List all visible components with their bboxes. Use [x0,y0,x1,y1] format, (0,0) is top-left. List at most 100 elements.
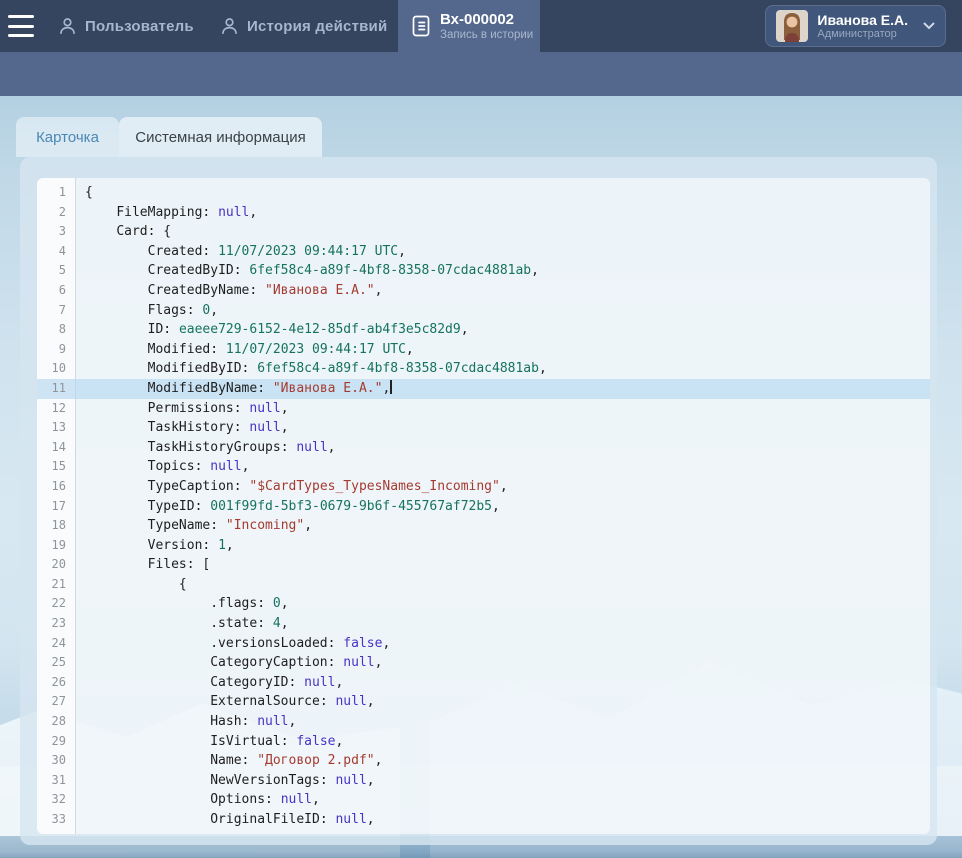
line-number: 27 [37,692,76,712]
code-text: NewVersionTags: null, [76,771,375,791]
user-role: Администратор [817,28,908,41]
code-line[interactable]: 33 OriginalFileID: null, [37,810,930,830]
hamburger-menu-icon[interactable] [8,15,34,37]
code-text: Permissions: null, [76,399,289,419]
code-line[interactable]: 28 Hash: null, [37,712,930,732]
code-line[interactable]: 12 Permissions: null, [37,399,930,419]
line-number: 28 [37,712,76,732]
code-text: { [76,575,187,595]
tab-card[interactable]: Карточка [16,117,119,157]
line-number: 4 [37,242,76,262]
code-text: ModifiedByName: "Иванова Е.А.", [76,379,392,399]
code-text: Name: "Договор 2.pdf", [76,751,382,771]
user-name: Иванова Е.А. [817,12,908,28]
line-number: 18 [37,516,76,536]
code-text: CreatedByID: 6fef58c4-a89f-4bf8-8358-07c… [76,261,539,281]
line-number: 3 [37,222,76,242]
card-number: Вх-000002 [440,11,533,28]
line-number: 15 [37,457,76,477]
code-line[interactable]: 2 FileMapping: null, [37,203,930,223]
line-number: 33 [37,810,76,830]
tab-content-panel: 1{2 FileMapping: null,3 Card: {4 Created… [20,157,937,845]
tab-system-info-label: Системная информация [135,129,305,146]
current-user-menu[interactable]: Иванова Е.А. Администратор [765,5,946,47]
line-number: 19 [37,536,76,556]
chevron-down-icon[interactable] [923,22,935,30]
code-line[interactable]: 17 TypeID: 001f99fd-5bf3-0679-9b6f-45576… [37,497,930,517]
nav-tab-action-history[interactable]: История действий [220,0,387,52]
code-text: Card: { [76,222,171,242]
person-icon [58,17,77,36]
avatar [776,10,808,42]
code-line[interactable]: 32 Options: null, [37,790,930,810]
line-number: 5 [37,261,76,281]
code-text: CategoryCaption: null, [76,653,382,673]
line-number: 24 [37,634,76,654]
code-line[interactable]: 7 Flags: 0, [37,301,930,321]
code-line[interactable]: 16 TypeCaption: "$CardTypes_TypesNames_I… [37,477,930,497]
code-text: Hash: null, [76,712,296,732]
nav-tab-user[interactable]: Пользователь [58,0,194,52]
line-number: 14 [37,438,76,458]
nav-tab-card-record-active[interactable]: Вх-000002 Запись в истории [398,0,540,52]
code-line[interactable]: 30 Name: "Договор 2.pdf", [37,751,930,771]
code-text: TypeCaption: "$CardTypes_TypesNames_Inco… [76,477,508,497]
code-text: TaskHistoryGroups: null, [76,438,335,458]
line-number: 8 [37,320,76,340]
code-text: ModifiedByID: 6fef58c4-a89f-4bf8-8358-07… [76,359,547,379]
line-number: 25 [37,653,76,673]
line-number: 21 [37,575,76,595]
line-number: 29 [37,732,76,752]
code-line[interactable]: 21 { [37,575,930,595]
code-line[interactable]: 24 .versionsLoaded: false, [37,634,930,654]
code-line[interactable]: 10 ModifiedByID: 6fef58c4-a89f-4bf8-8358… [37,359,930,379]
code-line[interactable]: 19 Version: 1, [37,536,930,556]
code-text: OriginalFileID: null, [76,810,375,830]
code-line[interactable]: 4 Created: 11/07/2023 09:44:17 UTC, [37,242,930,262]
code-line[interactable]: 26 CategoryID: null, [37,673,930,693]
code-line[interactable]: 31 NewVersionTags: null, [37,771,930,791]
line-number: 31 [37,771,76,791]
code-line[interactable]: 27 ExternalSource: null, [37,692,930,712]
code-line[interactable]: 15 Topics: null, [37,457,930,477]
code-line[interactable]: 11 ModifiedByName: "Иванова Е.А.", [37,379,930,399]
code-text: .state: 4, [76,614,289,634]
code-line[interactable]: 25 CategoryCaption: null, [37,653,930,673]
code-line[interactable]: 6 CreatedByName: "Иванова Е.А.", [37,281,930,301]
code-text: Version: 1, [76,536,234,556]
code-text: IsVirtual: false, [76,732,343,752]
nav-tab-label: Пользователь [85,18,194,35]
line-number: 26 [37,673,76,693]
code-line[interactable]: 14 TaskHistoryGroups: null, [37,438,930,458]
code-line[interactable]: 5 CreatedByID: 6fef58c4-a89f-4bf8-8358-0… [37,261,930,281]
code-text: TypeID: 001f99fd-5bf3-0679-9b6f-455767af… [76,497,500,517]
code-line[interactable]: 29 IsVirtual: false, [37,732,930,752]
line-number: 2 [37,203,76,223]
line-number: 9 [37,340,76,360]
code-line[interactable]: 9 Modified: 11/07/2023 09:44:17 UTC, [37,340,930,360]
code-line[interactable]: 22 .flags: 0, [37,594,930,614]
top-navbar: Пользователь История действий Вх-000002 … [0,0,962,52]
code-text: .versionsLoaded: false, [76,634,390,654]
tab-system-info[interactable]: Системная информация [119,117,322,157]
code-line[interactable]: 18 TypeName: "Incoming", [37,516,930,536]
code-line[interactable]: 23 .state: 4, [37,614,930,634]
text-cursor [390,380,392,394]
line-number: 11 [37,379,76,399]
line-number: 12 [37,399,76,419]
code-line[interactable]: 1{ [37,183,930,203]
code-text: Modified: 11/07/2023 09:44:17 UTC, [76,340,414,360]
code-text: Files: [ [76,555,210,575]
code-line[interactable]: 8 ID: eaeee729-6152-4e12-85df-ab4f3e5c82… [37,320,930,340]
code-line[interactable]: 3 Card: { [37,222,930,242]
json-code-editor[interactable]: 1{2 FileMapping: null,3 Card: {4 Created… [37,178,930,834]
code-line[interactable]: 20 Files: [ [37,555,930,575]
line-number: 6 [37,281,76,301]
line-number: 30 [37,751,76,771]
line-number: 16 [37,477,76,497]
code-text: TypeName: "Incoming", [76,516,312,536]
code-line[interactable]: 13 TaskHistory: null, [37,418,930,438]
code-text: ExternalSource: null, [76,692,375,712]
card-subtitle: Запись в истории [440,28,533,42]
code-text: Flags: 0, [76,301,218,321]
